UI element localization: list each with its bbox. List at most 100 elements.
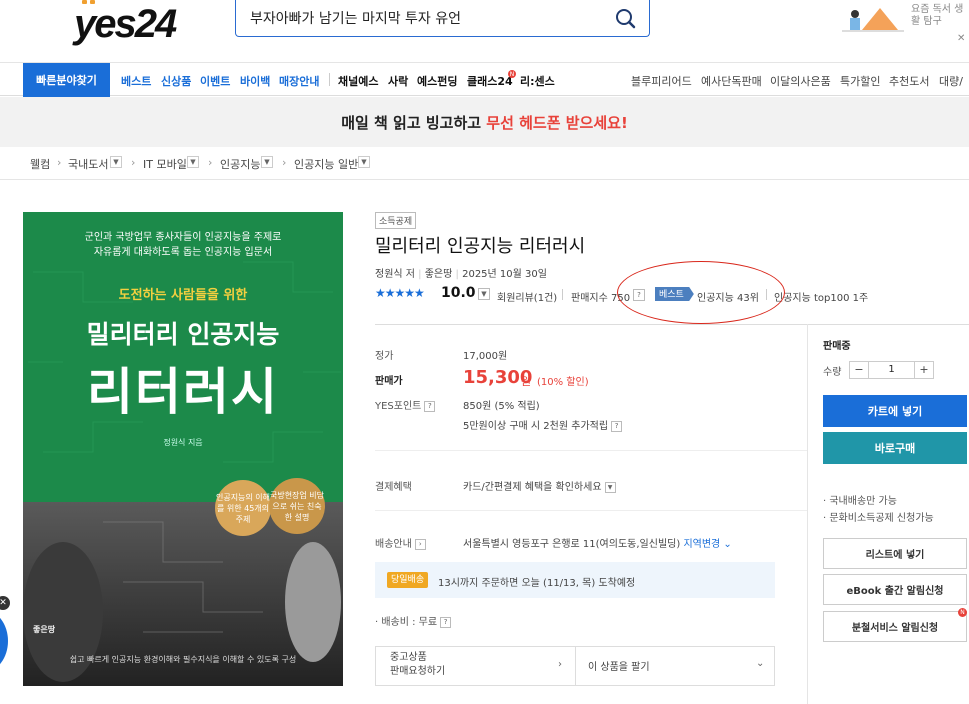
nav-event[interactable]: 이벤트	[200, 73, 230, 89]
nav-new[interactable]: 신상품	[161, 73, 191, 89]
nav-blue-period[interactable]: 블루피리어드	[631, 73, 692, 89]
same-day-text: 13시까지 주문하면 오늘 (11/13, 목) 도착예정	[438, 578, 636, 589]
cover-title-large: 리터러시	[87, 363, 279, 421]
help-icon[interactable]: ?	[424, 400, 436, 412]
rating-stars-icon: ★★★★★	[375, 286, 425, 300]
chevron-down-icon[interactable]: ▼	[358, 156, 370, 168]
publish-date: 2025년 10월 30일	[462, 269, 547, 280]
annotation-ellipse	[617, 261, 785, 324]
buy-now-button[interactable]: 바로구매	[823, 432, 967, 464]
nav-buyback[interactable]: 바이백	[240, 73, 270, 89]
quick-category-button[interactable]: 빠른분야찾기	[23, 63, 110, 97]
nav-best[interactable]: 베스트	[121, 73, 151, 89]
chevron-down-icon[interactable]: ⌄	[756, 658, 764, 669]
quantity-plus-button[interactable]: +	[914, 361, 934, 379]
main-nav: 빠른분야찾기 베스트 신상품 이벤트 바이백 매장안내 채널예스 사락 예스펀딩…	[0, 62, 969, 97]
cover-author: 정원식 지음	[163, 438, 203, 447]
breadcrumb-it[interactable]: IT 모바일	[143, 156, 187, 172]
rank-top100-link[interactable]: 인공지능 top100 1주	[774, 289, 868, 304]
yes24-logo[interactable]: yes24	[74, 0, 177, 46]
point-extra: 5만원이상 구매 시 2천원 추가적립?	[463, 417, 623, 432]
quantity-input[interactable]: 1	[868, 361, 915, 379]
quantity-label: 수량	[823, 367, 842, 378]
promo-text[interactable]: 요즘 독서 생활 탐구	[911, 4, 969, 28]
close-icon[interactable]: ✕	[957, 33, 965, 44]
breadcrumb: 웰컴 › 국내도서 ▼ › IT 모바일 ▼ › 인공지능 ▼ › 인공지능 일…	[0, 148, 969, 180]
promo-banner[interactable]: 매일 책 읽고 빙고하고 무선 헤드폰 받으세요!	[0, 97, 969, 147]
shipping-fee: · 배송비 : 무료?	[375, 613, 452, 628]
cover-kicker: 도전하는 사람들을 위한	[118, 288, 248, 303]
help-icon[interactable]: ?	[440, 616, 452, 628]
new-badge: N	[958, 608, 967, 617]
review-count-link[interactable]: 회원리뷰(1건)	[497, 289, 557, 304]
list-price-label: 정가	[375, 351, 394, 362]
nav-bulk[interactable]: 대량/	[939, 73, 963, 89]
close-icon[interactable]: ✕	[0, 596, 10, 610]
culture-deduction-note: · 문화비소득공제 신청가능	[823, 513, 934, 524]
breadcrumb-ai-general[interactable]: 인공지능 일반	[294, 156, 358, 172]
rating-score: 10.0	[441, 285, 476, 301]
point-value: 850원 (5% 적립)	[463, 401, 540, 412]
nav-exclusive[interactable]: 예사단독판매	[701, 73, 762, 89]
nav-discount[interactable]: 특가할인	[840, 73, 880, 89]
sale-price-unit: 원	[521, 375, 532, 388]
chevron-down-icon[interactable]: ▼	[604, 481, 616, 493]
floating-chat-button[interactable]	[0, 610, 8, 672]
new-badge: N	[508, 70, 516, 78]
cover-circle-badge: 인공지능의 이해를 위한 45개의 주제	[215, 480, 271, 536]
chevron-down-icon[interactable]: ▼	[478, 288, 490, 300]
quantity-minus-button[interactable]: −	[849, 361, 869, 379]
breadcrumb-home[interactable]: 웰컴	[30, 156, 50, 172]
chevron-right-icon: ›	[558, 659, 562, 670]
nav-store[interactable]: 매장안내	[279, 73, 319, 89]
product-title: 밀리터리 인공지능 리터러시	[375, 236, 586, 257]
split-service-alert-button[interactable]: 분철서비스 알림신청	[823, 611, 967, 642]
sell-this-item[interactable]: 이 상품을 팔기	[588, 658, 650, 673]
nav-yesfunding[interactable]: 예스펀딩	[417, 73, 457, 89]
search-input[interactable]: 부자아빠가 남기는 마지막 투자 유언	[250, 8, 461, 28]
nav-license[interactable]: 리:센스	[520, 73, 555, 89]
delivery-address: 서울특별시 영등포구 은행로 11(여의도동,일신빌딩) 지역변경 ⌄	[463, 539, 732, 550]
chevron-down-icon[interactable]: ▼	[187, 156, 199, 168]
breadcrumb-domestic[interactable]: 국내도서	[68, 156, 108, 172]
search-icon[interactable]	[614, 7, 636, 29]
same-day-delivery: 당일배송 13시까지 주문하면 오늘 (11/13, 목) 도착예정	[375, 562, 775, 598]
add-to-list-button[interactable]: 리스트에 넣기	[823, 538, 967, 569]
nav-sarak[interactable]: 사락	[388, 73, 408, 89]
used-sell-request[interactable]: 중고상품 판매요청하기	[390, 651, 445, 679]
chevron-down-icon[interactable]: ▼	[261, 156, 273, 168]
nav-gift[interactable]: 이달의사은품	[770, 73, 831, 89]
search-box[interactable]: 부자아빠가 남기는 마지막 투자 유언	[235, 0, 650, 37]
sale-price-label: 판매가	[375, 376, 403, 387]
nav-recommend[interactable]: 추천도서	[889, 73, 929, 89]
nav-class24[interactable]: 클래스24	[467, 73, 513, 89]
help-icon[interactable]: ?	[611, 420, 623, 432]
product-meta: 정원식 저 | 좋은땅 | 2025년 10월 30일	[375, 269, 547, 280]
list-price: 17,000원	[463, 351, 508, 362]
change-region-link[interactable]: 지역변경	[683, 539, 720, 550]
nav-channel-yes[interactable]: 채널예스	[338, 73, 378, 89]
ebook-alert-button[interactable]: eBook 출간 알림신청	[823, 574, 967, 605]
point-label: YES포인트?	[375, 397, 436, 412]
book-cover-image[interactable]: 군인과 국방업무 종사자들이 인공지능을 주제로 자유롭게 대화하도록 돕는 인공…	[23, 212, 343, 686]
tax-deduction-tag: 소득공제	[375, 212, 417, 229]
publisher-link[interactable]: 좋은땅	[425, 269, 453, 280]
domestic-only-note: · 국내배송만 가능	[823, 496, 897, 507]
discount-rate: (10% 할인)	[537, 377, 589, 388]
cover-publisher: 좋은땅	[33, 625, 56, 634]
cover-title: 밀리터리 인공지능	[86, 320, 280, 349]
cover-footer-text: 쉽고 빠르게 인공지능 환경이해와 필수지식을 이해할 수 있도록 구성	[69, 655, 297, 664]
chevron-right-icon[interactable]: ›	[414, 538, 426, 550]
breadcrumb-ai[interactable]: 인공지능	[220, 156, 260, 172]
chevron-down-icon[interactable]: ▼	[110, 156, 122, 168]
sale-status: 판매중	[823, 341, 851, 352]
banner-text: 매일 책 읽고 빙고하고 무선 헤드폰 받으세요!	[341, 114, 628, 132]
cover-circle-badge: 국방현장업 비담으로 쉬는 친숙한 설명	[269, 478, 325, 534]
promo-illustration-icon[interactable]	[842, 4, 904, 34]
benefit-label: 결제혜택	[375, 482, 412, 493]
author-link[interactable]: 정원식 저	[375, 269, 415, 280]
add-to-cart-button[interactable]: 카트에 넣기	[823, 395, 967, 427]
benefit-value[interactable]: 카드/간편결제 혜택을 확인하세요 ▼	[463, 478, 616, 493]
delivery-label: 배송안내 ›	[375, 535, 426, 550]
same-day-badge: 당일배송	[387, 572, 429, 588]
